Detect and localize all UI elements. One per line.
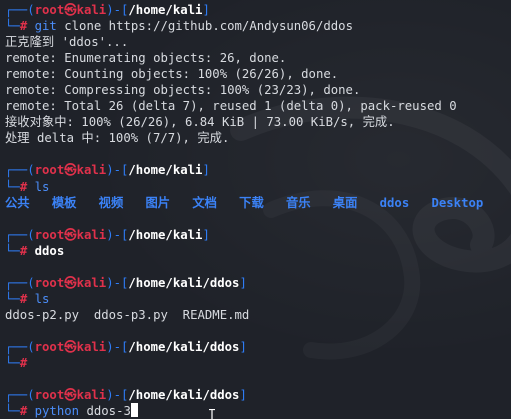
mouse-ibeam-cursor-icon bbox=[209, 409, 215, 419]
prompt-frame: ] bbox=[239, 339, 247, 354]
prompt-frame: ] bbox=[202, 227, 210, 242]
prompt-line-3: ┌──(root㉿kali)-[/home/kali] bbox=[5, 227, 511, 243]
command-text: ddos bbox=[34, 243, 65, 258]
command-keyword: ls bbox=[34, 291, 50, 306]
output-line: remote: Enumerating objects: 26, done. bbox=[5, 51, 287, 66]
ls-output-line: 公共 模板 视频 图片 文档 下载 音乐 桌面 ddos Desktop bbox=[5, 195, 511, 211]
prompt-frame: └─ bbox=[5, 179, 20, 194]
prompt-at-symbol: ㉿ bbox=[64, 227, 77, 242]
terminal-window[interactable]: ┌──(root㉿kali)-[/home/kali] └─# git clon… bbox=[0, 0, 511, 419]
ls-directory-item: 公共 bbox=[5, 195, 30, 210]
prompt-user: root bbox=[34, 388, 65, 403]
command-keyword: python bbox=[34, 404, 80, 419]
prompt-path: /home/kali/ddos bbox=[128, 339, 240, 354]
text-cursor bbox=[130, 403, 138, 418]
prompt-line-4: ┌──(root㉿kali)-[/home/kali/ddos] bbox=[5, 275, 511, 291]
ls-directory-item: 模板 bbox=[51, 195, 77, 210]
output-line: 正克隆到 'ddos'... bbox=[5, 35, 129, 50]
prompt-host: kali bbox=[76, 163, 107, 178]
command-line-5: └─# bbox=[5, 355, 511, 371]
command-args: clone https://github.com/Andysun06/ddos bbox=[56, 19, 353, 34]
ls-directory-item: ddos bbox=[379, 195, 410, 210]
prompt-path: /home/kali/ddos bbox=[128, 388, 240, 403]
command-line-1: └─# git clone https://github.com/Andysun… bbox=[5, 18, 511, 34]
ls-directory-item: 文档 bbox=[192, 195, 217, 210]
command-line-4: └─# ls bbox=[5, 291, 511, 307]
prompt-frame: ┌──( bbox=[5, 388, 35, 403]
prompt-frame: ] bbox=[239, 275, 247, 290]
prompt-at-symbol: ㉿ bbox=[64, 163, 77, 178]
prompt-frame: ┌──( bbox=[5, 227, 35, 242]
prompt-frame: ] bbox=[202, 163, 210, 178]
prompt-frame: ] bbox=[202, 3, 210, 17]
prompt-frame: └─ bbox=[5, 404, 20, 419]
prompt-frame: ┌──( bbox=[5, 339, 35, 354]
prompt-path: /home/kali/ddos bbox=[128, 275, 240, 290]
prompt-at-symbol: ㉿ bbox=[64, 3, 77, 17]
ls-directory-item: 图片 bbox=[145, 195, 171, 210]
command-keyword: ls bbox=[34, 179, 50, 194]
prompt-user: root bbox=[34, 3, 65, 17]
prompt-host: kali bbox=[76, 227, 107, 242]
prompt-at-symbol: ㉿ bbox=[64, 275, 77, 290]
prompt-frame: )-[ bbox=[106, 163, 129, 178]
prompt-hash: # bbox=[19, 404, 28, 419]
output-line: 处理 delta 中: 100% (7/7), 完成. bbox=[5, 131, 230, 146]
output-line: ddos-p2.py ddos-p3.py README.md bbox=[5, 307, 250, 322]
prompt-frame: ┌──( bbox=[5, 3, 35, 17]
prompt-at-symbol: ㉿ bbox=[64, 339, 77, 354]
prompt-line-5: ┌──(root㉿kali)-[/home/kali/ddos] bbox=[5, 339, 511, 355]
prompt-user: root bbox=[34, 275, 65, 290]
prompt-user: root bbox=[34, 339, 65, 354]
output-line: remote: Compressing objects: 100% (23/23… bbox=[5, 83, 361, 98]
command-input-text[interactable]: ddos-3 bbox=[79, 404, 130, 418]
prompt-line-6: ┌──(root㉿kali)-[/home/kali/ddos] bbox=[5, 387, 511, 403]
prompt-frame: └─ bbox=[5, 356, 20, 371]
prompt-host: kali bbox=[76, 388, 107, 403]
prompt-user: root bbox=[34, 163, 65, 178]
prompt-frame: )-[ bbox=[106, 3, 129, 17]
prompt-frame: )-[ bbox=[106, 275, 129, 290]
prompt-host: kali bbox=[76, 3, 107, 17]
prompt-frame: └─ bbox=[5, 19, 20, 34]
prompt-host: kali bbox=[76, 339, 107, 354]
command-input-line[interactable]: └─# python ddos-3 bbox=[5, 403, 511, 419]
prompt-hash: # bbox=[19, 179, 28, 194]
ls-directory-item: 下载 bbox=[239, 195, 264, 210]
prompt-hash: # bbox=[19, 356, 28, 371]
prompt-user: root bbox=[34, 227, 65, 242]
command-line-3: └─# ddos bbox=[5, 243, 511, 259]
prompt-line-1: ┌──(root㉿kali)-[/home/kali] bbox=[5, 2, 511, 18]
command-line-2: └─# ls bbox=[5, 179, 511, 195]
prompt-path: /home/kali bbox=[128, 3, 203, 17]
prompt-frame: ┌──( bbox=[5, 275, 35, 290]
ls-directory-item: 音乐 bbox=[285, 195, 311, 210]
prompt-at-symbol: ㉿ bbox=[64, 388, 77, 403]
prompt-hash: # bbox=[19, 19, 28, 34]
prompt-frame: )-[ bbox=[106, 227, 129, 242]
prompt-frame: ┌──( bbox=[5, 163, 35, 178]
ls-directory-item: Desktop bbox=[431, 195, 484, 210]
prompt-frame: ] bbox=[239, 388, 247, 403]
ls-directory-item: 桌面 bbox=[332, 195, 358, 210]
prompt-path: /home/kali bbox=[128, 163, 203, 178]
prompt-hash: # bbox=[19, 243, 28, 258]
prompt-frame: └─ bbox=[5, 291, 20, 306]
command-keyword: git bbox=[34, 19, 57, 34]
prompt-frame: )-[ bbox=[106, 388, 129, 403]
output-line: remote: Counting objects: 100% (26/26), … bbox=[5, 67, 339, 82]
output-line: 接收对象中: 100% (26/26), 6.84 KiB | 73.00 Ki… bbox=[5, 115, 395, 130]
prompt-frame: └─ bbox=[5, 243, 20, 258]
prompt-host: kali bbox=[76, 275, 107, 290]
output-line: remote: Total 26 (delta 7), reused 1 (de… bbox=[5, 99, 457, 114]
prompt-path: /home/kali bbox=[128, 227, 203, 242]
prompt-hash: # bbox=[19, 291, 28, 306]
prompt-line-2: ┌──(root㉿kali)-[/home/kali] bbox=[5, 162, 511, 178]
ls-directory-item: 视频 bbox=[98, 195, 124, 210]
prompt-frame: )-[ bbox=[106, 339, 129, 354]
